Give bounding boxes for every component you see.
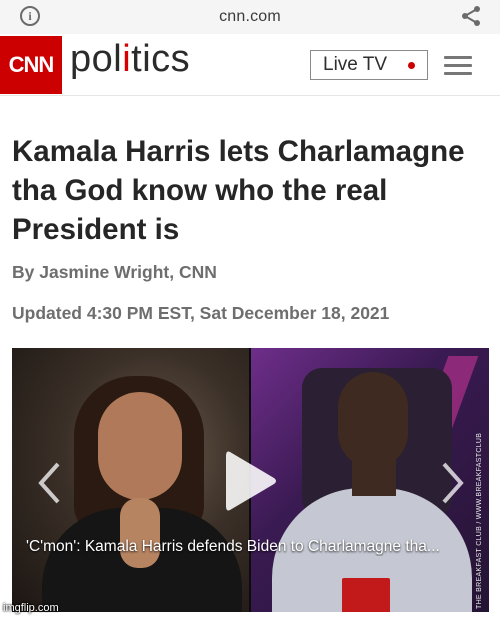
play-icon[interactable]: [224, 448, 278, 514]
url-text[interactable]: cnn.com: [219, 8, 281, 26]
video-side-text: THE BREAKFAST CLUB / WWW.BREAKFASTCLUB: [476, 432, 483, 609]
live-tv-label: Live TV: [323, 54, 388, 75]
imgflip-watermark: imgflip.com: [3, 602, 59, 614]
article-byline[interactable]: By Jasmine Wright, CNN: [12, 262, 217, 283]
person-left-face: [98, 392, 182, 500]
article-timestamp: Updated 4:30 PM EST, Sat December 18, 20…: [12, 303, 390, 323]
red-cup: [342, 578, 390, 612]
chevron-left-icon[interactable]: [36, 460, 62, 506]
video-player[interactable]: THE BREAKFAST CLUB / WWW.BREAKFASTCLUB '…: [12, 348, 489, 612]
section-title[interactable]: politics: [70, 38, 190, 81]
section-title-accent: i: [122, 38, 132, 80]
article-headline: Kamala Harris lets Charlamagne tha God k…: [12, 135, 465, 246]
video-caption[interactable]: 'C'mon': Kamala Harris defends Biden to …: [26, 538, 476, 556]
cnn-logo[interactable]: CNN: [0, 36, 62, 94]
person-left-hand: [120, 498, 160, 568]
share-icon[interactable]: [460, 5, 482, 27]
logo-text: CNN: [8, 52, 55, 77]
section-title-part: tics: [131, 38, 191, 80]
hamburger-menu-icon[interactable]: [444, 56, 472, 76]
person-right-face: [338, 372, 408, 468]
browser-url-bar[interactable]: i cnn.com: [0, 0, 500, 34]
chevron-right-icon[interactable]: [440, 460, 466, 506]
section-title-part: pol: [70, 38, 123, 80]
info-icon[interactable]: i: [20, 6, 40, 26]
live-tv-button[interactable]: Live TV: [310, 50, 428, 80]
site-header: CNN politics Live TV: [0, 34, 500, 96]
live-indicator-dot: [408, 62, 415, 69]
